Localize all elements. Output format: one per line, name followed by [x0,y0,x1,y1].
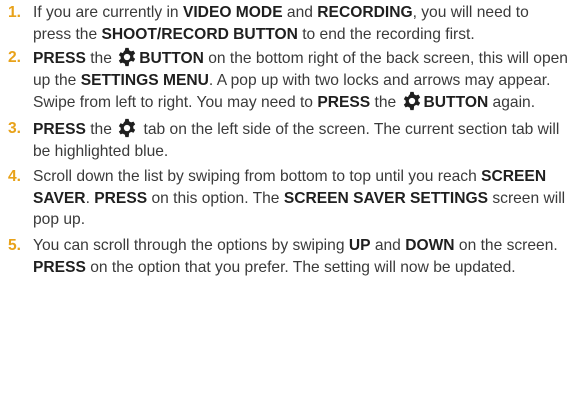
step-number: 4. [8,168,22,186]
shoot-record-button-term: SHOOT/RECORD BUTTON [101,25,298,43]
step-number: 3. [8,119,22,137]
step-number: 1. [8,4,22,21]
settings-button-term: BUTTON [139,50,204,68]
gear-icon [403,92,420,111]
settings-menu-term: SETTINGS MENU [80,71,209,89]
step-number: 5. [8,236,22,254]
step-1: 1. If you are currently in VIDEO MODE an… [8,4,529,43]
step-5: 5. You can scroll through the options by… [8,236,558,276]
up-term: UP [348,236,371,254]
screen-saver-settings-term: SCREEN SAVER SETTINGS [283,189,489,207]
settings-button-term: BUTTON [423,94,489,112]
step-2: 2. PRESS the BUTTON on the bottom right … [8,48,568,112]
instruction-list: 1. If you are currently in VIDEO MODE an… [0,0,579,282]
video-mode-term: VIDEO MODE [182,4,283,21]
step-4: 4. Scroll down the list by swiping from … [8,168,566,229]
step-number: 2. [8,49,22,67]
recording-term: RECORDING [317,4,413,21]
gear-icon [119,118,136,138]
down-term: DOWN [405,236,455,254]
gear-icon [119,48,136,67]
step-3: 3. PRESS the tab on the left side of the… [8,118,560,160]
